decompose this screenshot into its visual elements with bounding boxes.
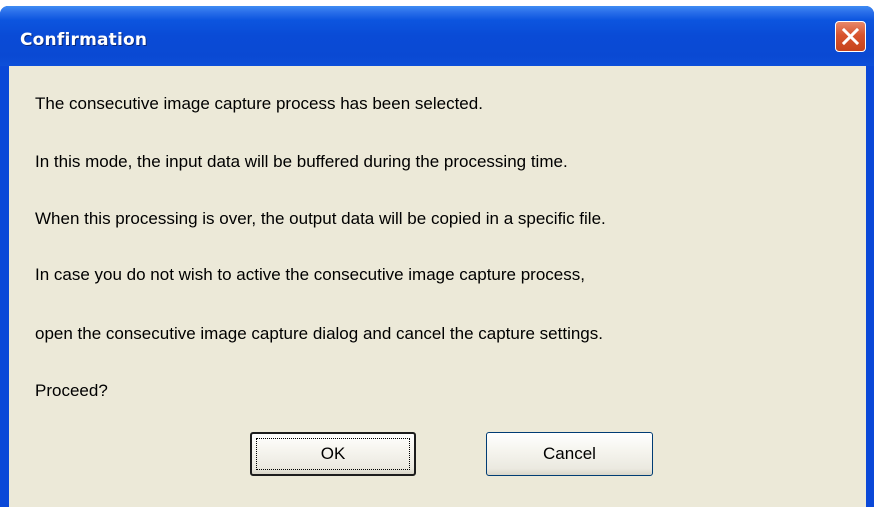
message-line: Proceed? xyxy=(35,381,108,400)
message-line: The consecutive image capture process ha… xyxy=(35,94,483,113)
ok-button[interactable]: OK xyxy=(250,432,416,476)
confirmation-dialog: Confirmation The consecutive image captu… xyxy=(0,6,874,507)
message-line: When this processing is over, the output… xyxy=(35,209,606,228)
title-bar[interactable]: Confirmation xyxy=(0,6,874,66)
dialog-body: The consecutive image capture process ha… xyxy=(9,66,866,507)
close-icon xyxy=(842,28,859,45)
close-button[interactable] xyxy=(835,21,866,52)
message-line: In this mode, the input data will be buf… xyxy=(35,152,568,171)
cancel-button-label: Cancel xyxy=(543,444,596,463)
message-line: open the consecutive image capture dialo… xyxy=(35,324,603,343)
message-line: In case you do not wish to active the co… xyxy=(35,265,585,284)
cancel-button[interactable]: Cancel xyxy=(486,432,653,476)
dialog-title: Confirmation xyxy=(20,30,148,50)
focus-ring xyxy=(256,438,410,470)
